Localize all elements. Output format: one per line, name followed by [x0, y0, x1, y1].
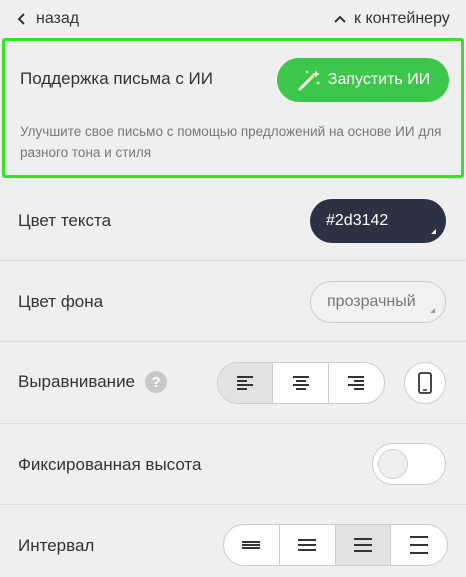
spacing-tight-icon	[242, 541, 261, 549]
align-left-button[interactable]	[218, 363, 274, 403]
resize-corner-icon	[431, 229, 436, 234]
spacing-label: Интервал	[18, 536, 95, 555]
align-right-button[interactable]	[329, 363, 384, 403]
bg-color-label: Цвет фона	[18, 292, 104, 311]
resize-corner-icon	[430, 308, 435, 313]
fixed-height-row: Фиксированная высота	[0, 423, 466, 504]
align-right-icon	[348, 376, 365, 390]
spacing-selector	[223, 524, 448, 566]
back-label: назад	[36, 10, 80, 27]
magic-wand-icon	[298, 70, 320, 91]
bg-color-picker[interactable]: прозрачный	[310, 281, 446, 323]
spacing-small-icon	[298, 539, 317, 551]
toggle-knob	[378, 449, 408, 479]
top-nav: назад к контейнеру	[0, 0, 466, 38]
fixed-height-label: Фиксированная высота	[18, 455, 202, 474]
to-container-label: к контейнеру	[354, 10, 450, 27]
alignment-label: Выравнивание	[18, 372, 136, 391]
alignment-label-group: Выравнивание ?	[18, 371, 168, 393]
text-color-row: Цвет текста #2d3142	[0, 180, 466, 260]
align-center-icon	[292, 376, 309, 390]
spacing-medium-button[interactable]	[335, 525, 392, 565]
text-color-picker[interactable]: #2d3142	[310, 199, 446, 243]
ai-support-description: Улучшите свое письмо с помощью предложен…	[20, 124, 442, 160]
launch-ai-button[interactable]: Запустить ИИ	[277, 58, 449, 102]
chevron-left-icon	[17, 13, 25, 25]
launch-ai-label: Запустить ИИ	[327, 71, 431, 88]
ai-support-panel: Поддержка письма с ИИ Запустить ИИ Улучш…	[2, 38, 464, 178]
alignment-selector	[217, 362, 385, 404]
phone-icon	[418, 372, 432, 394]
spacing-medium-icon	[353, 538, 372, 552]
spacing-tight-button[interactable]	[224, 525, 280, 565]
ai-support-title: Поддержка письма с ИИ	[20, 69, 213, 88]
text-color-value: #2d3142	[326, 212, 389, 229]
spacing-row: Интервал	[0, 504, 466, 577]
align-center-button[interactable]	[273, 363, 329, 403]
text-color-label: Цвет текста	[18, 211, 112, 230]
help-icon[interactable]: ?	[145, 371, 168, 393]
mobile-preview-button[interactable]	[404, 362, 446, 404]
chevron-up-icon	[334, 15, 346, 23]
bg-color-row: Цвет фона прозрачный	[0, 260, 466, 341]
to-container-link[interactable]: к контейнеру	[334, 10, 450, 28]
bg-color-value: прозрачный	[327, 293, 416, 310]
spacing-large-button[interactable]	[391, 525, 447, 565]
alignment-row: Выравнивание ?	[0, 341, 466, 423]
back-link[interactable]: назад	[16, 10, 79, 28]
fixed-height-toggle[interactable]	[372, 443, 446, 485]
spacing-large-icon	[410, 536, 429, 554]
spacing-small-button[interactable]	[280, 525, 336, 565]
align-left-icon	[237, 376, 254, 390]
